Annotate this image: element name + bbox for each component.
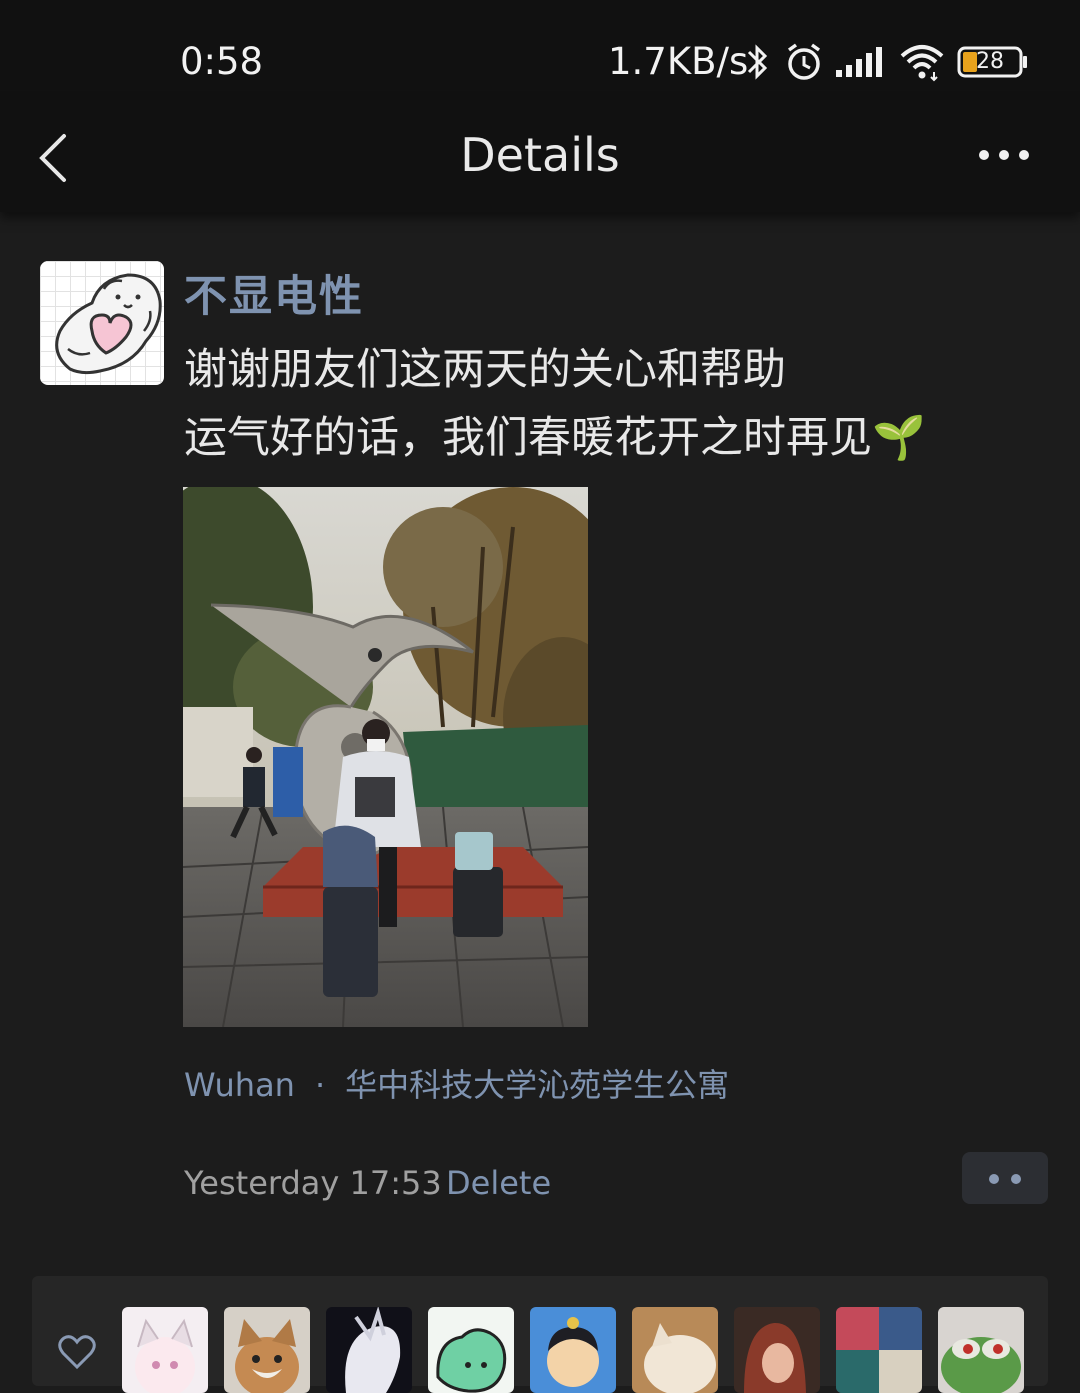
fluffy-cat-avatar-image (644, 1323, 716, 1393)
liker-avatar[interactable] (530, 1307, 616, 1393)
post-photo[interactable] (183, 487, 588, 1027)
location-city: Wuhan (184, 1066, 295, 1104)
green-blob-avatar-image (436, 1328, 507, 1393)
avatar[interactable] (40, 261, 164, 385)
post-content: 谢谢朋友们这两天的关心和帮助 运气好的话，我们春暖花开之时再见🌱 (184, 336, 926, 472)
post-location[interactable]: Wuhan · 华中科技大学沁苑学生公寓 (184, 1060, 729, 1106)
page-title: Details (460, 128, 620, 182)
alarm-icon (787, 43, 821, 80)
liker-avatar[interactable] (122, 1307, 208, 1393)
location-place: 华中科技大学沁苑学生公寓 (345, 1066, 730, 1104)
more-dots-icon[interactable] (972, 140, 1036, 170)
wifi-icon (900, 45, 944, 82)
liker-avatar[interactable] (224, 1307, 310, 1393)
heart-icon (58, 1335, 96, 1370)
location-separator: · (314, 1066, 326, 1104)
cartoon-boy-avatar-image (547, 1317, 599, 1387)
colorful-art-avatar-image (836, 1307, 922, 1393)
white-hair-avatar-image (345, 1307, 401, 1393)
delete-button[interactable]: Delete (446, 1164, 551, 1202)
liker-avatar[interactable] (734, 1307, 820, 1393)
post-username[interactable]: 不显电性 (184, 262, 364, 324)
cat-avatar-image (235, 1319, 299, 1393)
post-line: 谢谢朋友们这两天的关心和帮助 (184, 345, 786, 395)
menu-dot (989, 1174, 999, 1184)
liker-avatar[interactable] (326, 1307, 412, 1393)
liker-avatar[interactable] (632, 1307, 718, 1393)
anime-girl-avatar-image (135, 1318, 195, 1393)
campus-photo-image (183, 487, 588, 1027)
menu-dot (1011, 1174, 1021, 1184)
liker-avatar[interactable] (938, 1307, 1024, 1393)
otter-avatar-image (55, 273, 162, 375)
frog-avatar-image (941, 1337, 1021, 1393)
liker-avatar[interactable] (836, 1307, 922, 1393)
signal-icon (836, 47, 882, 77)
girl-photo-avatar-image (744, 1322, 806, 1393)
bluetooth-icon (747, 44, 768, 80)
post-timestamp: Yesterday 17:53 (184, 1164, 442, 1202)
network-speed: 1.7KB/s (608, 40, 749, 83)
comment-like-menu-button[interactable] (962, 1152, 1048, 1204)
post-line: 运气好的话，我们春暖花开之时再见🌱 (184, 413, 926, 463)
liker-avatar[interactable] (428, 1307, 514, 1393)
battery-level: 28 (976, 49, 1004, 74)
nav-bar: Details (0, 100, 1080, 212)
status-time: 0:58 (180, 40, 264, 83)
